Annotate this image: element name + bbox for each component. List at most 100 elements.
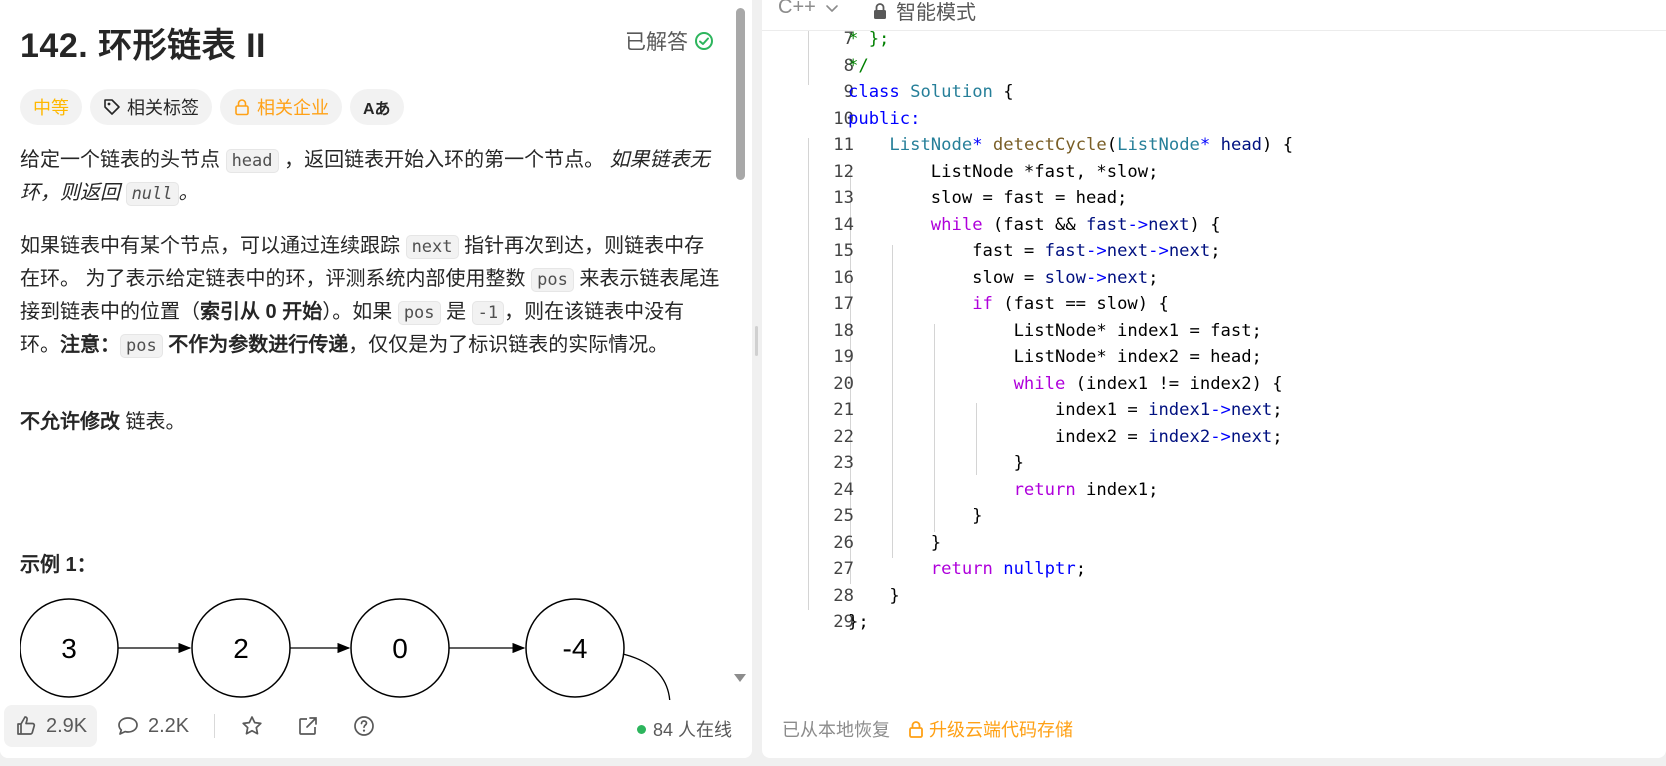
- code-line: 17 if (fast == slow) {: [762, 291, 1666, 318]
- tag-icon: [104, 99, 120, 115]
- translate-button[interactable]: Aあ: [350, 89, 404, 125]
- diagram-node-label: 3: [61, 633, 77, 664]
- code-line: 15 fast = fast->next->next;: [762, 238, 1666, 265]
- drag-handle-grip[interactable]: [755, 326, 758, 356]
- code-line: 7 * };: [762, 26, 1666, 53]
- code-line: 14 while (fast && fast->next) {: [762, 212, 1666, 239]
- related-companies-label: 相关企业: [257, 98, 329, 118]
- line-number: 23: [833, 453, 854, 473]
- favorite-button[interactable]: [230, 705, 274, 747]
- upgrade-storage-link[interactable]: 升级云端代码存储: [908, 716, 1073, 742]
- code-line: 24 return index1;: [762, 477, 1666, 504]
- desc-text: 链表。: [120, 411, 186, 433]
- lock-icon: [874, 2, 886, 19]
- diagram-node-label: 0: [392, 633, 408, 664]
- code-area[interactable]: 7 * }; 8 */ 9 class Solution { 10 public: 11…: [762, 29, 1666, 691]
- line-number: 9: [843, 82, 854, 102]
- share-icon: [299, 717, 317, 735]
- line-number: 18: [833, 321, 854, 341]
- desc-text: ，仅仅是为了标识链表的实际情况。: [348, 334, 669, 356]
- related-tags-label: 相关标签: [127, 98, 199, 118]
- line-number: 13: [833, 188, 854, 208]
- code-line: 29};: [762, 609, 1666, 636]
- inline-code: head: [225, 149, 279, 173]
- line-number: 14: [833, 215, 854, 235]
- line-number: 26: [833, 533, 854, 553]
- code-line: 9 class Solution {: [762, 79, 1666, 106]
- star-icon: [242, 716, 262, 735]
- desc-emphasis: 。: [178, 182, 199, 204]
- page-title[interactable]: 142. 环形链表 II: [20, 27, 266, 65]
- desc-bold: 不允许修改: [20, 411, 120, 433]
- question-circle-icon: [354, 716, 374, 736]
- solved-label: 已解答: [625, 31, 688, 54]
- code-line: 16 slow = slow->next;: [762, 265, 1666, 292]
- smart-mode-toggle[interactable]: 智能模式: [872, 0, 976, 25]
- line-number: 16: [833, 268, 854, 288]
- comment-icon: [118, 717, 138, 735]
- thumbs-up-icon: [17, 716, 36, 735]
- line-number: 27: [833, 559, 854, 579]
- footer-divider: [214, 714, 215, 738]
- line-number: 20: [833, 374, 854, 394]
- line-number: 8: [843, 56, 854, 76]
- description-scrollbar[interactable]: [733, 0, 749, 700]
- comment-button[interactable]: 2.2K: [106, 705, 199, 747]
- description-paragraph-3: 不允许修改 链表。: [20, 406, 720, 438]
- related-companies-button[interactable]: 相关企业: [220, 89, 342, 125]
- desc-bold: 不作为参数进行传递: [162, 334, 349, 356]
- code-line: 10 public:: [762, 106, 1666, 133]
- code-line: 18 ListNode* index1 = fast;: [762, 318, 1666, 345]
- share-button[interactable]: [286, 705, 330, 747]
- diagram-cycle-arrow: [622, 653, 671, 700]
- comment-count: 2.2K: [148, 714, 190, 737]
- inline-code: pos: [397, 301, 441, 325]
- difficulty-badge: 中等: [20, 89, 82, 125]
- line-number: 21: [833, 400, 854, 420]
- code-line: 25 }: [762, 503, 1666, 530]
- code-line: 19 ListNode* index2 = head;: [762, 344, 1666, 371]
- problem-content: 142. 环形链表 II 已解答 中等 相关标签 相关企业 Aあ 给定一个链表的…: [20, 0, 720, 700]
- scroll-down-arrow-icon[interactable]: [734, 674, 746, 682]
- description-paragraph-1: 给定一个链表的头节点 head ，返回链表开始入环的第一个节点。 如果链表无环，…: [20, 144, 720, 210]
- language-select[interactable]: C++: [778, 0, 840, 19]
- help-button[interactable]: [342, 705, 386, 747]
- lock-icon: [909, 721, 923, 738]
- like-count: 2.9K: [46, 714, 88, 737]
- inline-code: next: [405, 235, 459, 259]
- line-number: 7: [843, 29, 854, 49]
- online-users-indicator: 84 人在线: [636, 716, 732, 742]
- check-circle-icon: [695, 32, 713, 50]
- linked-list-diagram: 3 2 0 -4: [20, 598, 671, 700]
- problem-description-panel: 142. 环形链表 II 已解答 中等 相关标签 相关企业 Aあ 给定一个链表的…: [0, 0, 752, 758]
- desc-text: 是: [440, 301, 472, 323]
- code-line: 12 ListNode *fast, *slow;: [762, 159, 1666, 186]
- panel-resize-handle[interactable]: [752, 0, 762, 766]
- code-line: 28 }: [762, 583, 1666, 610]
- code-editor-panel: C++ 智能模式 7 * }; 8 */ 9 class Solution { 10 p…: [762, 0, 1666, 758]
- related-tags-button[interactable]: 相关标签: [90, 89, 212, 125]
- like-button[interactable]: 2.9K: [4, 705, 98, 747]
- desc-text: 如果链表中有某个节点，可以通过连续跟踪: [20, 235, 406, 257]
- code-line: 21 index1 = index1->next;: [762, 397, 1666, 424]
- code-line: 13 slow = fast = head;: [762, 185, 1666, 212]
- scrollbar-thumb[interactable]: [736, 8, 745, 180]
- desc-text: 给定一个链表的头节点: [20, 149, 226, 171]
- line-number: 25: [833, 506, 854, 526]
- line-number: 15: [833, 241, 854, 261]
- line-number: 19: [833, 347, 854, 367]
- code-line: 27 return nullptr;: [762, 556, 1666, 583]
- desc-text: ，返回链表开始入环的第一个节点。: [278, 149, 610, 171]
- inline-code: pos: [531, 268, 574, 292]
- line-number: 24: [833, 480, 854, 500]
- line-number: 28: [833, 586, 854, 606]
- restore-status: 已从本地恢复: [782, 720, 890, 740]
- online-count: 84 人在线: [652, 720, 732, 740]
- desc-bold: 注意：: [60, 334, 120, 356]
- tags-row: 中等 相关标签 相关企业 Aあ: [20, 89, 404, 125]
- inline-code: pos: [120, 334, 163, 358]
- translate-icon: Aあ: [363, 101, 391, 118]
- code-line: 20 while (index1 != index2) {: [762, 371, 1666, 398]
- diagram-node-label: 2: [233, 633, 249, 664]
- line-number: 22: [833, 427, 854, 447]
